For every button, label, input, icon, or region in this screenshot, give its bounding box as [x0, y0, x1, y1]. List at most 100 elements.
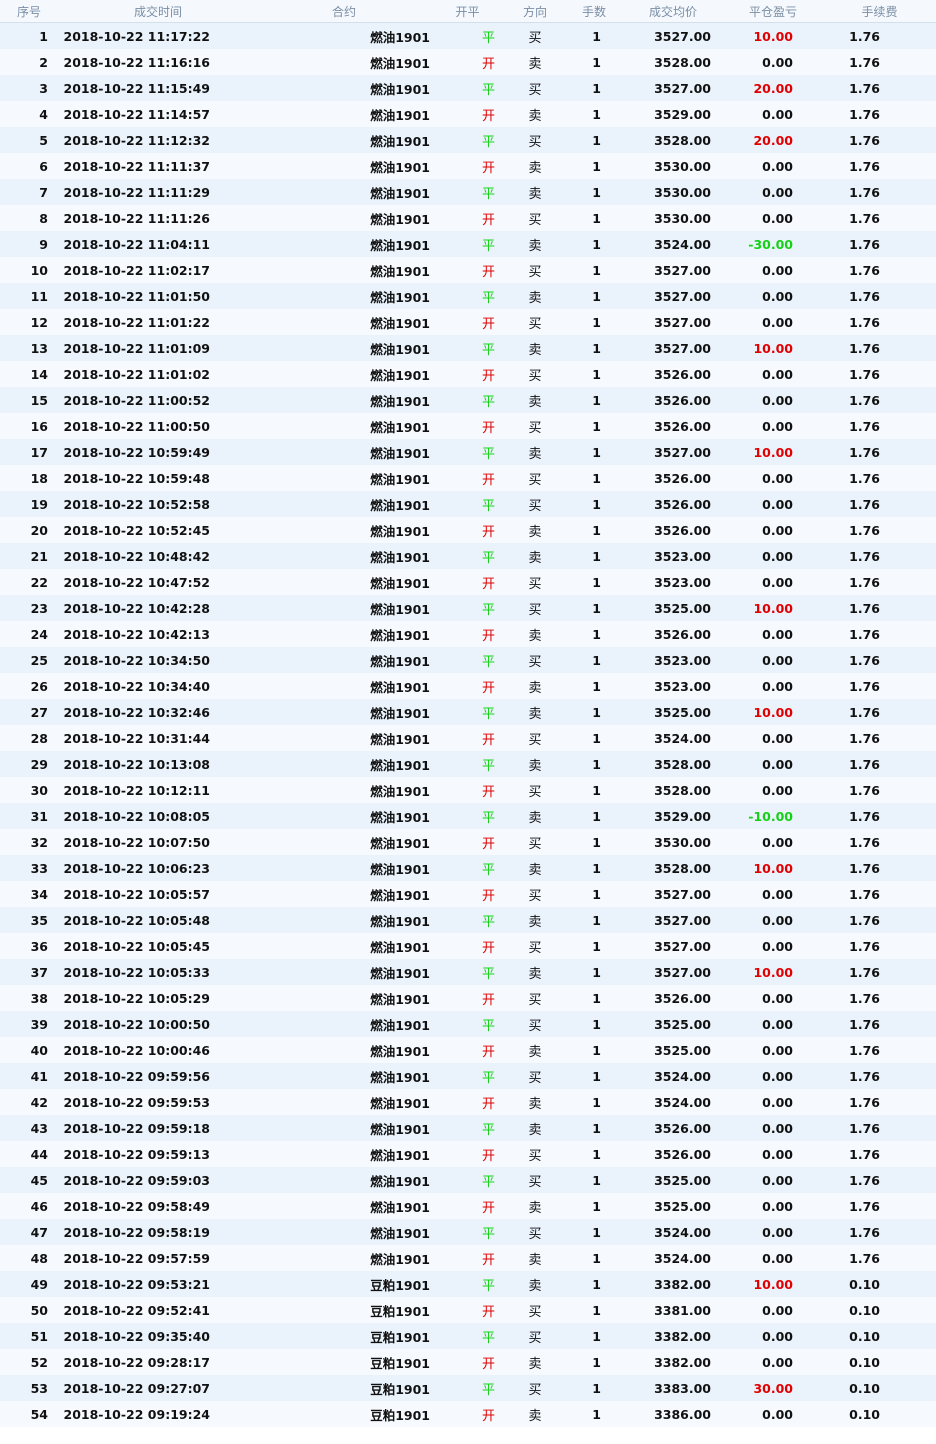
- table-row[interactable]: 6 2018-10-22 11:11:37 燃油1901 开卖 1 3530.00 0.00…: [0, 153, 936, 179]
- table-row[interactable]: 30 2018-10-22 10:12:11 燃油1901 开买 1 3528.00 0.0…: [0, 777, 936, 803]
- table-row[interactable]: 51 2018-10-22 09:35:40 豆粕1901 平买 1 3382.00 0.0…: [0, 1323, 936, 1349]
- table-row[interactable]: 39 2018-10-22 10:00:50 燃油1901 平买 1 3525.00 0.0…: [0, 1011, 936, 1037]
- cell-close-pnl: 0.00: [723, 491, 823, 517]
- cell-index: 43: [0, 1115, 58, 1141]
- cell-lots: 1: [565, 1167, 623, 1193]
- column-header-fee[interactable]: 手续费: [823, 0, 936, 23]
- cell-contract: 燃油1901: [258, 1089, 430, 1115]
- table-row[interactable]: 21 2018-10-22 10:48:42 燃油1901 平卖 1 3523.00 0.0…: [0, 543, 936, 569]
- table-row[interactable]: 52 2018-10-22 09:28:17 豆粕1901 开卖 1 3382.00 0.0…: [0, 1349, 936, 1375]
- table-row[interactable]: 14 2018-10-22 11:01:02 燃油1901 开买 1 3526.00 0.0…: [0, 361, 936, 387]
- cell-time: 2018-10-22 10:12:11: [58, 777, 258, 803]
- table-row[interactable]: 29 2018-10-22 10:13:08 燃油1901 平卖 1 3528.00 0.0…: [0, 751, 936, 777]
- cell-lots: 1: [565, 179, 623, 205]
- table-row[interactable]: 36 2018-10-22 10:05:45 燃油1901 开买 1 3527.00 0.0…: [0, 933, 936, 959]
- cell-avg-price: 3524.00: [623, 725, 723, 751]
- column-header-avg-price[interactable]: 成交均价: [623, 0, 723, 23]
- table-row[interactable]: 38 2018-10-22 10:05:29 燃油1901 开买 1 3526.00 0.0…: [0, 985, 936, 1011]
- table-row[interactable]: 49 2018-10-22 09:53:21 豆粕1901 平卖 1 3382.00 10.…: [0, 1271, 936, 1297]
- table-row[interactable]: 43 2018-10-22 09:59:18 燃油1901 平卖 1 3526.00 0.0…: [0, 1115, 936, 1141]
- cell-lots: 1: [565, 231, 623, 257]
- trade-records-table: 序号 成交时间 合约 开平 方向 手数 成交均价 平仓盈亏 手续费 1 2018-…: [0, 0, 936, 1427]
- table-row[interactable]: 16 2018-10-22 11:00:50 燃油1901 开买 1 3526.00 0.0…: [0, 413, 936, 439]
- cell-contract: 燃油1901: [258, 725, 430, 751]
- table-row[interactable]: 44 2018-10-22 09:59:13 燃油1901 开买 1 3526.00 0.0…: [0, 1141, 936, 1167]
- cell-close-pnl: 0.00: [723, 1063, 823, 1089]
- cell-lots: 1: [565, 465, 623, 491]
- table-row[interactable]: 50 2018-10-22 09:52:41 豆粕1901 开买 1 3381.00 0.0…: [0, 1297, 936, 1323]
- table-row[interactable]: 17 2018-10-22 10:59:49 燃油1901 平卖 1 3527.00 10.…: [0, 439, 936, 465]
- cell-open-close: 开: [430, 621, 505, 647]
- table-row[interactable]: 22 2018-10-22 10:47:52 燃油1901 开买 1 3523.00 0.0…: [0, 569, 936, 595]
- cell-close-pnl: 0.00: [723, 1037, 823, 1063]
- table-row[interactable]: 3 2018-10-22 11:15:49 燃油1901 平买 1 3527.00 20.0…: [0, 75, 936, 101]
- table-row[interactable]: 42 2018-10-22 09:59:53 燃油1901 开卖 1 3524.00 0.0…: [0, 1089, 936, 1115]
- table-row[interactable]: 47 2018-10-22 09:58:19 燃油1901 平买 1 3524.00 0.0…: [0, 1219, 936, 1245]
- table-row[interactable]: 45 2018-10-22 09:59:03 燃油1901 平买 1 3525.00 0.0…: [0, 1167, 936, 1193]
- column-header-index[interactable]: 序号: [0, 0, 58, 23]
- table-row[interactable]: 24 2018-10-22 10:42:13 燃油1901 开卖 1 3526.00 0.0…: [0, 621, 936, 647]
- table-row[interactable]: 53 2018-10-22 09:27:07 豆粕1901 平买 1 3383.00 30.…: [0, 1375, 936, 1401]
- cell-avg-price: 3526.00: [623, 985, 723, 1011]
- column-header-open-close[interactable]: 开平: [430, 0, 505, 23]
- cell-direction: 卖: [505, 543, 565, 569]
- table-row[interactable]: 40 2018-10-22 10:00:46 燃油1901 开卖 1 3525.00 0.0…: [0, 1037, 936, 1063]
- cell-contract: 燃油1901: [258, 803, 430, 829]
- table-row[interactable]: 54 2018-10-22 09:19:24 豆粕1901 开卖 1 3386.00 0.0…: [0, 1401, 936, 1427]
- table-row[interactable]: 5 2018-10-22 11:12:32 燃油1901 平买 1 3528.00 20.0…: [0, 127, 936, 153]
- table-row[interactable]: 33 2018-10-22 10:06:23 燃油1901 平卖 1 3528.00 10.…: [0, 855, 936, 881]
- cell-time: 2018-10-22 09:57:59: [58, 1245, 258, 1271]
- cell-contract: 燃油1901: [258, 1063, 430, 1089]
- table-row[interactable]: 7 2018-10-22 11:11:29 燃油1901 平卖 1 3530.00 0.00…: [0, 179, 936, 205]
- table-row[interactable]: 31 2018-10-22 10:08:05 燃油1901 平卖 1 3529.00 -10…: [0, 803, 936, 829]
- cell-lots: 1: [565, 309, 623, 335]
- table-row[interactable]: 11 2018-10-22 11:01:50 燃油1901 平卖 1 3527.00 0.0…: [0, 283, 936, 309]
- cell-direction: 买: [505, 257, 565, 283]
- cell-close-pnl: 0.00: [723, 361, 823, 387]
- table-row[interactable]: 27 2018-10-22 10:32:46 燃油1901 平卖 1 3525.00 10.…: [0, 699, 936, 725]
- table-row[interactable]: 25 2018-10-22 10:34:50 燃油1901 平买 1 3523.00 0.0…: [0, 647, 936, 673]
- cell-close-pnl: 0.00: [723, 829, 823, 855]
- cell-time: 2018-10-22 11:14:57: [58, 101, 258, 127]
- cell-open-close: 平: [430, 1063, 505, 1089]
- column-header-lots[interactable]: 手数: [565, 0, 623, 23]
- table-row[interactable]: 41 2018-10-22 09:59:56 燃油1901 平买 1 3524.00 0.0…: [0, 1063, 936, 1089]
- table-row[interactable]: 48 2018-10-22 09:57:59 燃油1901 开卖 1 3524.00 0.0…: [0, 1245, 936, 1271]
- cell-time: 2018-10-22 10:31:44: [58, 725, 258, 751]
- cell-close-pnl: 0.00: [723, 465, 823, 491]
- table-row[interactable]: 12 2018-10-22 11:01:22 燃油1901 开买 1 3527.00 0.0…: [0, 309, 936, 335]
- table-row[interactable]: 10 2018-10-22 11:02:17 燃油1901 开买 1 3527.00 0.0…: [0, 257, 936, 283]
- cell-lots: 1: [565, 595, 623, 621]
- cell-time: 2018-10-22 09:59:13: [58, 1141, 258, 1167]
- cell-lots: 1: [565, 335, 623, 361]
- table-row[interactable]: 37 2018-10-22 10:05:33 燃油1901 平卖 1 3527.00 10.…: [0, 959, 936, 985]
- table-row[interactable]: 9 2018-10-22 11:04:11 燃油1901 平卖 1 3524.00 -30.…: [0, 231, 936, 257]
- table-row[interactable]: 28 2018-10-22 10:31:44 燃油1901 开买 1 3524.00 0.0…: [0, 725, 936, 751]
- table-row[interactable]: 2 2018-10-22 11:16:16 燃油1901 开卖 1 3528.00 0.00…: [0, 49, 936, 75]
- column-header-close-pnl[interactable]: 平仓盈亏: [723, 0, 823, 23]
- column-header-direction[interactable]: 方向: [505, 0, 565, 23]
- cell-direction: 卖: [505, 439, 565, 465]
- cell-time: 2018-10-22 10:07:50: [58, 829, 258, 855]
- column-header-contract[interactable]: 合约: [258, 0, 430, 23]
- table-row[interactable]: 18 2018-10-22 10:59:48 燃油1901 开买 1 3526.00 0.0…: [0, 465, 936, 491]
- table-row[interactable]: 23 2018-10-22 10:42:28 燃油1901 平买 1 3525.00 10.…: [0, 595, 936, 621]
- cell-time: 2018-10-22 11:11:37: [58, 153, 258, 179]
- table-row[interactable]: 15 2018-10-22 11:00:52 燃油1901 平卖 1 3526.00 0.0…: [0, 387, 936, 413]
- cell-fee: 1.76: [823, 361, 936, 387]
- table-row[interactable]: 32 2018-10-22 10:07:50 燃油1901 开买 1 3530.00 0.0…: [0, 829, 936, 855]
- table-row[interactable]: 4 2018-10-22 11:14:57 燃油1901 开卖 1 3529.00 0.00…: [0, 101, 936, 127]
- table-row[interactable]: 35 2018-10-22 10:05:48 燃油1901 平卖 1 3527.00 0.0…: [0, 907, 936, 933]
- cell-index: 46: [0, 1193, 58, 1219]
- cell-close-pnl: 0.00: [723, 725, 823, 751]
- table-row[interactable]: 1 2018-10-22 11:17:22 燃油1901 平买 1 3527.00 10.0…: [0, 22, 936, 49]
- cell-index: 52: [0, 1349, 58, 1375]
- column-header-time[interactable]: 成交时间: [58, 0, 258, 23]
- table-row[interactable]: 13 2018-10-22 11:01:09 燃油1901 平卖 1 3527.00 10.…: [0, 335, 936, 361]
- table-row[interactable]: 8 2018-10-22 11:11:26 燃油1901 开买 1 3530.00 0.00…: [0, 205, 936, 231]
- table-row[interactable]: 46 2018-10-22 09:58:49 燃油1901 开卖 1 3525.00 0.0…: [0, 1193, 936, 1219]
- table-row[interactable]: 19 2018-10-22 10:52:58 燃油1901 平买 1 3526.00 0.0…: [0, 491, 936, 517]
- table-row[interactable]: 20 2018-10-22 10:52:45 燃油1901 开卖 1 3526.00 0.0…: [0, 517, 936, 543]
- table-row[interactable]: 26 2018-10-22 10:34:40 燃油1901 开卖 1 3523.00 0.0…: [0, 673, 936, 699]
- table-row[interactable]: 34 2018-10-22 10:05:57 燃油1901 开买 1 3527.00 0.0…: [0, 881, 936, 907]
